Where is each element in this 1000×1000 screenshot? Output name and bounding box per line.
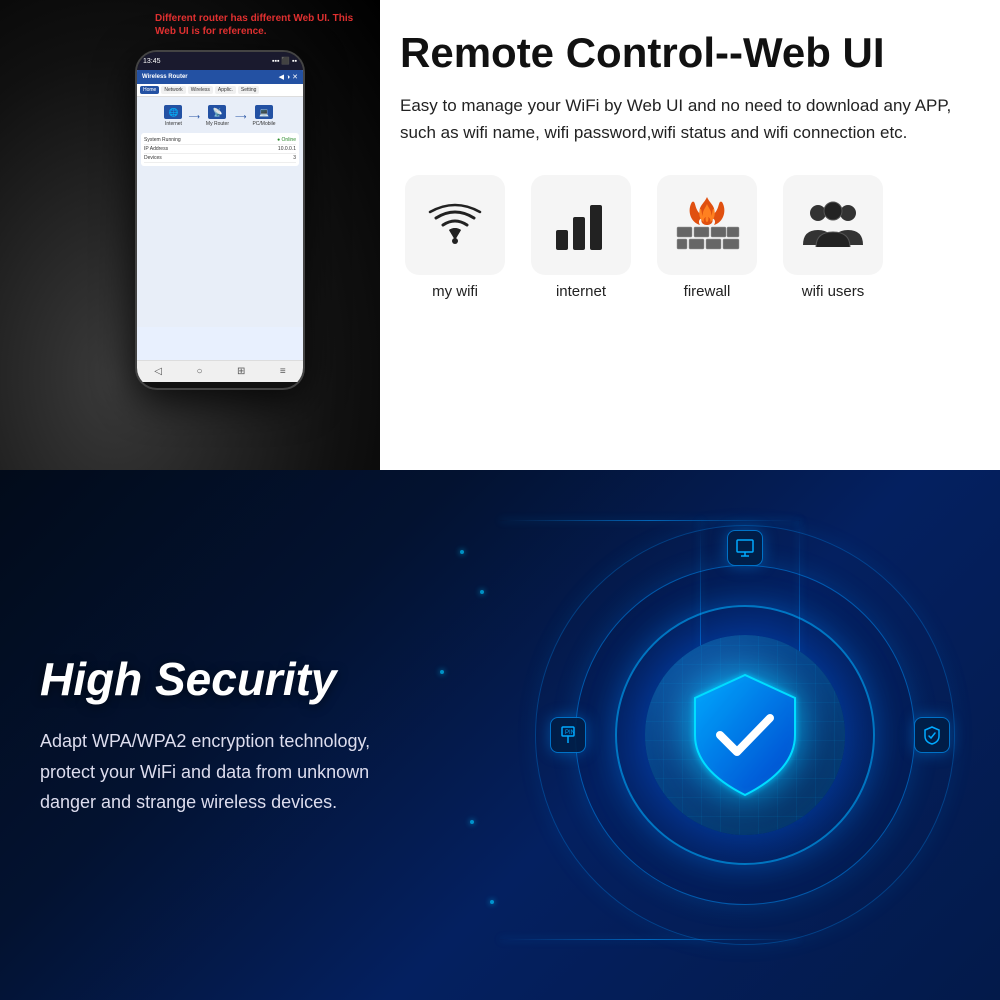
- wifi-users-icon-box: [783, 175, 883, 275]
- particle-1: [460, 550, 464, 554]
- phone-area: Different router has different Web UI. T…: [0, 0, 380, 470]
- app-title: Wireless Router: [142, 74, 188, 80]
- top-section: Different router has different Web UI. T…: [0, 0, 1000, 470]
- ip-label: IP Address: [144, 146, 168, 152]
- reference-note: Different router has different Web UI. T…: [155, 12, 355, 38]
- phone-mockup: 13:45 ▪▪▪ ⬛ ▪▪ Wireless Router ◀ ◑ ✕ Hom…: [135, 50, 305, 390]
- internet-icon-box: [531, 175, 631, 275]
- phone-status-bar: 13:45 ▪▪▪ ⬛ ▪▪: [137, 52, 303, 70]
- router-diagram: 🌐 Internet ⟶ 📡 My Router ⟶ 💻 PC/Mobile: [141, 101, 299, 131]
- extra-value: 3: [293, 155, 296, 161]
- menu-btn[interactable]: ≡: [280, 366, 286, 377]
- feature-my-wifi: my wifi: [400, 175, 510, 300]
- arrow-1: ⟶: [188, 112, 199, 121]
- wifi-icon: [425, 200, 485, 250]
- device-router: 📡 My Router: [206, 105, 229, 127]
- my-wifi-icon-box: [405, 175, 505, 275]
- shield-small-icon: [922, 725, 942, 745]
- users-icon: [798, 195, 868, 255]
- device-internet: 🌐 Internet: [164, 105, 182, 127]
- device-pc: 💻 PC/Mobile: [252, 105, 275, 127]
- feature-internet: internet: [526, 175, 636, 300]
- firewall-icon: [672, 192, 742, 257]
- firewall-icon-box: [657, 175, 757, 275]
- status-box: System Running ● Online IP Address 10.0.…: [141, 133, 299, 166]
- features-row: my wifi internet: [400, 175, 970, 300]
- nav-network[interactable]: Network: [161, 86, 185, 94]
- pin-icon: PIN: [558, 725, 578, 745]
- internet-label: Internet: [165, 121, 182, 127]
- app-header: Wireless Router ◀ ◑ ✕: [137, 70, 303, 84]
- security-title: High Security: [40, 652, 410, 706]
- phone-nav: Home Network Wireless Applic. Setting: [137, 84, 303, 97]
- main-title: Remote Control--Web UI: [400, 30, 970, 76]
- globe-container: PIN: [520, 510, 970, 960]
- nav-home[interactable]: Home: [140, 86, 159, 94]
- right-content: Remote Control--Web UI Easy to manage yo…: [380, 0, 1000, 470]
- router-label: My Router: [206, 121, 229, 127]
- nav-apps[interactable]: Applic.: [215, 86, 236, 94]
- shield-center: [685, 670, 805, 800]
- particle-2: [480, 590, 484, 594]
- status-row: System Running ● Online: [144, 136, 296, 145]
- pc-icon: 💻: [255, 105, 273, 119]
- nav-wireless[interactable]: Wireless: [188, 86, 213, 94]
- pc-label: PC/Mobile: [252, 121, 275, 127]
- home-btn[interactable]: ○: [196, 366, 202, 377]
- feature-firewall: firewall: [652, 175, 762, 300]
- bar-chart-icon: [551, 195, 611, 255]
- particle-5: [490, 900, 494, 904]
- ip-value: 10.0.0.1: [278, 146, 296, 152]
- phone-time: 13:45: [143, 58, 161, 65]
- shield-svg-icon: [685, 670, 805, 800]
- main-description: Easy to manage your WiFi by Web UI and n…: [400, 92, 960, 146]
- phone-indicators: ▪▪▪ ⬛ ▪▪: [272, 57, 297, 65]
- particle-4: [470, 820, 474, 824]
- internet-icon: 🌐: [164, 105, 182, 119]
- svg-text:PIN: PIN: [565, 730, 575, 736]
- status-value: ● Online: [277, 137, 296, 143]
- nav-setting[interactable]: Setting: [238, 86, 260, 94]
- ip-row: IP Address 10.0.0.1: [144, 145, 296, 154]
- my-wifi-label: my wifi: [432, 283, 478, 300]
- phone-screen: Wireless Router ◀ ◑ ✕ Home Network Wirel…: [137, 70, 303, 360]
- orbit-icon-top: [727, 530, 763, 566]
- router-content: 🌐 Internet ⟶ 📡 My Router ⟶ 💻 PC/Mobile: [137, 97, 303, 327]
- status-label: System Running: [144, 137, 181, 143]
- monitor-icon: [735, 538, 755, 558]
- orbit-icon-right: [914, 717, 950, 753]
- extra-label: Devices: [144, 155, 162, 161]
- app-switcher-icon[interactable]: ⊞: [237, 366, 245, 377]
- back-btn[interactable]: ◁: [154, 366, 162, 377]
- security-description: Adapt WPA/WPA2 encryption technology, pr…: [40, 726, 410, 818]
- header-icons: ◀ ◑ ✕: [279, 73, 298, 81]
- phone-bottom-bar: ◁ ○ ⊞ ≡: [137, 360, 303, 382]
- extra-row: Devices 3: [144, 154, 296, 163]
- wifi-users-label: wifi users: [802, 283, 865, 300]
- orbit-icon-left: PIN: [550, 717, 586, 753]
- feature-wifi-users: wifi users: [778, 175, 888, 300]
- bottom-section: High Security Adapt WPA/WPA2 encryption …: [0, 470, 1000, 1000]
- router-icon: 📡: [208, 105, 226, 119]
- firewall-label: firewall: [684, 283, 731, 300]
- internet-label: internet: [556, 283, 606, 300]
- security-content: High Security Adapt WPA/WPA2 encryption …: [0, 612, 450, 858]
- arrow-2: ⟶: [235, 112, 246, 121]
